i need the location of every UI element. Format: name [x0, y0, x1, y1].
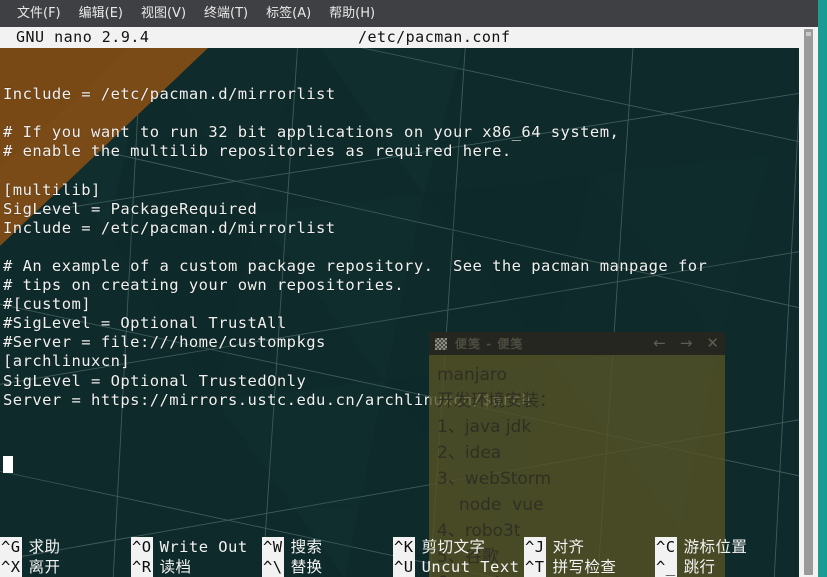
note-line: manjaro: [437, 365, 507, 385]
shortcut-label: 搜索: [290, 538, 323, 556]
menu-tabs[interactable]: 标签(A): [257, 4, 320, 23]
shortcut-cut-text[interactable]: ^K 剪切文字: [393, 537, 485, 557]
note-line: 2、idea: [437, 443, 502, 463]
terminal-body[interactable]: Include = /etc/pacman.d/mirrorlist # If y…: [0, 48, 808, 577]
shortcut-replace[interactable]: ^\ 替换: [262, 557, 322, 577]
nano-text-line: [3, 66, 707, 85]
nano-shortcut-row-1: ^G 求助 ^O Write Out ^W 搜索 ^K 剪切文字 ^J 对齐 ^C 游标位置: [0, 537, 808, 557]
menu-view[interactable]: 视图(V): [132, 4, 195, 23]
nano-shortcut-row-2: ^X 离开 ^R 读档 ^\ 替换 ^U Uncut Text ^T 拼写检查 ^_ 跳行: [0, 557, 808, 577]
shortcut-key: ^W: [262, 537, 284, 557]
shortcut-label: 读档: [159, 558, 192, 576]
nano-text-line: Include = /etc/pacman.d/mirrorlist: [3, 85, 336, 104]
terminal-scrollbar[interactable]: [799, 27, 818, 577]
shortcut-label: 离开: [28, 558, 61, 576]
shortcut-label: 跳行: [683, 558, 716, 576]
nano-text-line: # tips on creating your own repositories…: [3, 276, 405, 295]
menu-edit[interactable]: 编辑(E): [70, 4, 132, 23]
note-line: 3、webStorm: [437, 469, 552, 489]
shortcut-key: ^X: [0, 557, 22, 577]
nano-text-line: [3, 104, 707, 123]
shortcut-go-to-line[interactable]: ^_ 跳行: [655, 557, 715, 577]
shortcut-key: ^O: [131, 537, 153, 557]
close-icon[interactable]: ✕: [706, 336, 719, 351]
notes-window-controls: ← → ✕: [653, 332, 719, 355]
shortcut-search[interactable]: ^W 搜索: [262, 537, 322, 557]
shortcut-label: Write Out: [159, 538, 248, 556]
notes-app-icon: [435, 337, 447, 350]
nano-filename-label: /etc/pacman.conf: [358, 28, 511, 46]
shortcut-exit[interactable]: ^X 离开: [0, 557, 60, 577]
nano-text-line: #SigLevel = Optional TrustAll: [3, 314, 287, 333]
shortcut-uncut-text[interactable]: ^U Uncut Text: [393, 557, 519, 577]
back-arrow-icon[interactable]: ←: [653, 336, 666, 351]
shortcut-key: ^C: [655, 537, 677, 557]
scrollbar-thumb[interactable]: [804, 29, 813, 575]
shortcut-read-file[interactable]: ^R 读档: [131, 557, 191, 577]
nano-text-line: [3, 161, 707, 180]
nano-title-bar: GNU nano 2.9.4 /etc/pacman.conf: [0, 27, 808, 48]
shortcut-key: ^_: [655, 557, 677, 577]
desktop-background-strip: [818, 0, 827, 577]
nano-text-line: # If you want to run 32 bit applications…: [3, 123, 620, 142]
menu-file[interactable]: 文件(F): [8, 4, 70, 23]
note-line: 开发环境安装：: [437, 391, 556, 411]
note-line: node vue: [459, 495, 544, 515]
nano-shortcut-bar: ^G 求助 ^O Write Out ^W 搜索 ^K 剪切文字 ^J 对齐 ^C 游标位置 ^X 离开…: [0, 537, 808, 577]
notes-window-title: 便笺 - 便笺: [455, 337, 524, 351]
nano-text-line: #[custom]: [3, 295, 92, 314]
shortcut-label: 剪切文字: [421, 538, 486, 556]
nano-text-line: [3, 238, 707, 257]
shortcut-key: ^R: [131, 557, 153, 577]
text-cursor: [3, 456, 13, 473]
note-line: 1、java jdk: [437, 417, 532, 437]
shortcut-label: 拼写检查: [552, 558, 617, 576]
shortcut-label: 求助: [28, 538, 61, 556]
shortcut-label: Uncut Text: [421, 558, 520, 576]
shortcut-key: ^T: [524, 557, 546, 577]
nano-text-line: # enable the multilib repositories as re…: [3, 142, 512, 161]
menu-help[interactable]: 帮助(H): [320, 4, 384, 23]
nano-version-label: GNU nano 2.9.4: [16, 28, 150, 46]
shortcut-justify[interactable]: ^J 对齐: [524, 537, 584, 557]
terminal-menubar: 文件(F) 编辑(E) 视图(V) 终端(T) 标签(A) 帮助(H): [0, 0, 818, 27]
shortcut-get-help[interactable]: ^G 求助: [0, 537, 60, 557]
nano-text-line: [multilib]: [3, 180, 101, 199]
forward-arrow-icon[interactable]: →: [680, 336, 693, 351]
nano-text-line: Include = /etc/pacman.d/mirrorlist: [3, 218, 336, 237]
menu-terminal[interactable]: 终端(T): [195, 4, 257, 23]
shortcut-key: ^U: [393, 557, 415, 577]
shortcut-write-out[interactable]: ^O Write Out: [131, 537, 248, 557]
nano-text-line: SigLevel = PackageRequired: [3, 199, 258, 218]
nano-text-line: # An example of a custom package reposit…: [3, 256, 708, 275]
screen: 文件(F) 编辑(E) 视图(V) 终端(T) 标签(A) 帮助(H) GNU nano …: [0, 0, 827, 577]
shortcut-label: 对齐: [552, 538, 585, 556]
shortcut-to-spell[interactable]: ^T 拼写检查: [524, 557, 616, 577]
shortcut-label: 替换: [290, 558, 323, 576]
shortcut-label: 游标位置: [683, 538, 748, 556]
shortcut-key: ^K: [393, 537, 415, 557]
shortcut-key: ^J: [524, 537, 546, 557]
shortcut-key: ^\: [262, 557, 284, 577]
shortcut-cur-pos[interactable]: ^C 游标位置: [655, 537, 747, 557]
notes-title-bar[interactable]: 便笺 - 便笺 ← → ✕: [429, 332, 725, 355]
shortcut-key: ^G: [0, 537, 22, 557]
